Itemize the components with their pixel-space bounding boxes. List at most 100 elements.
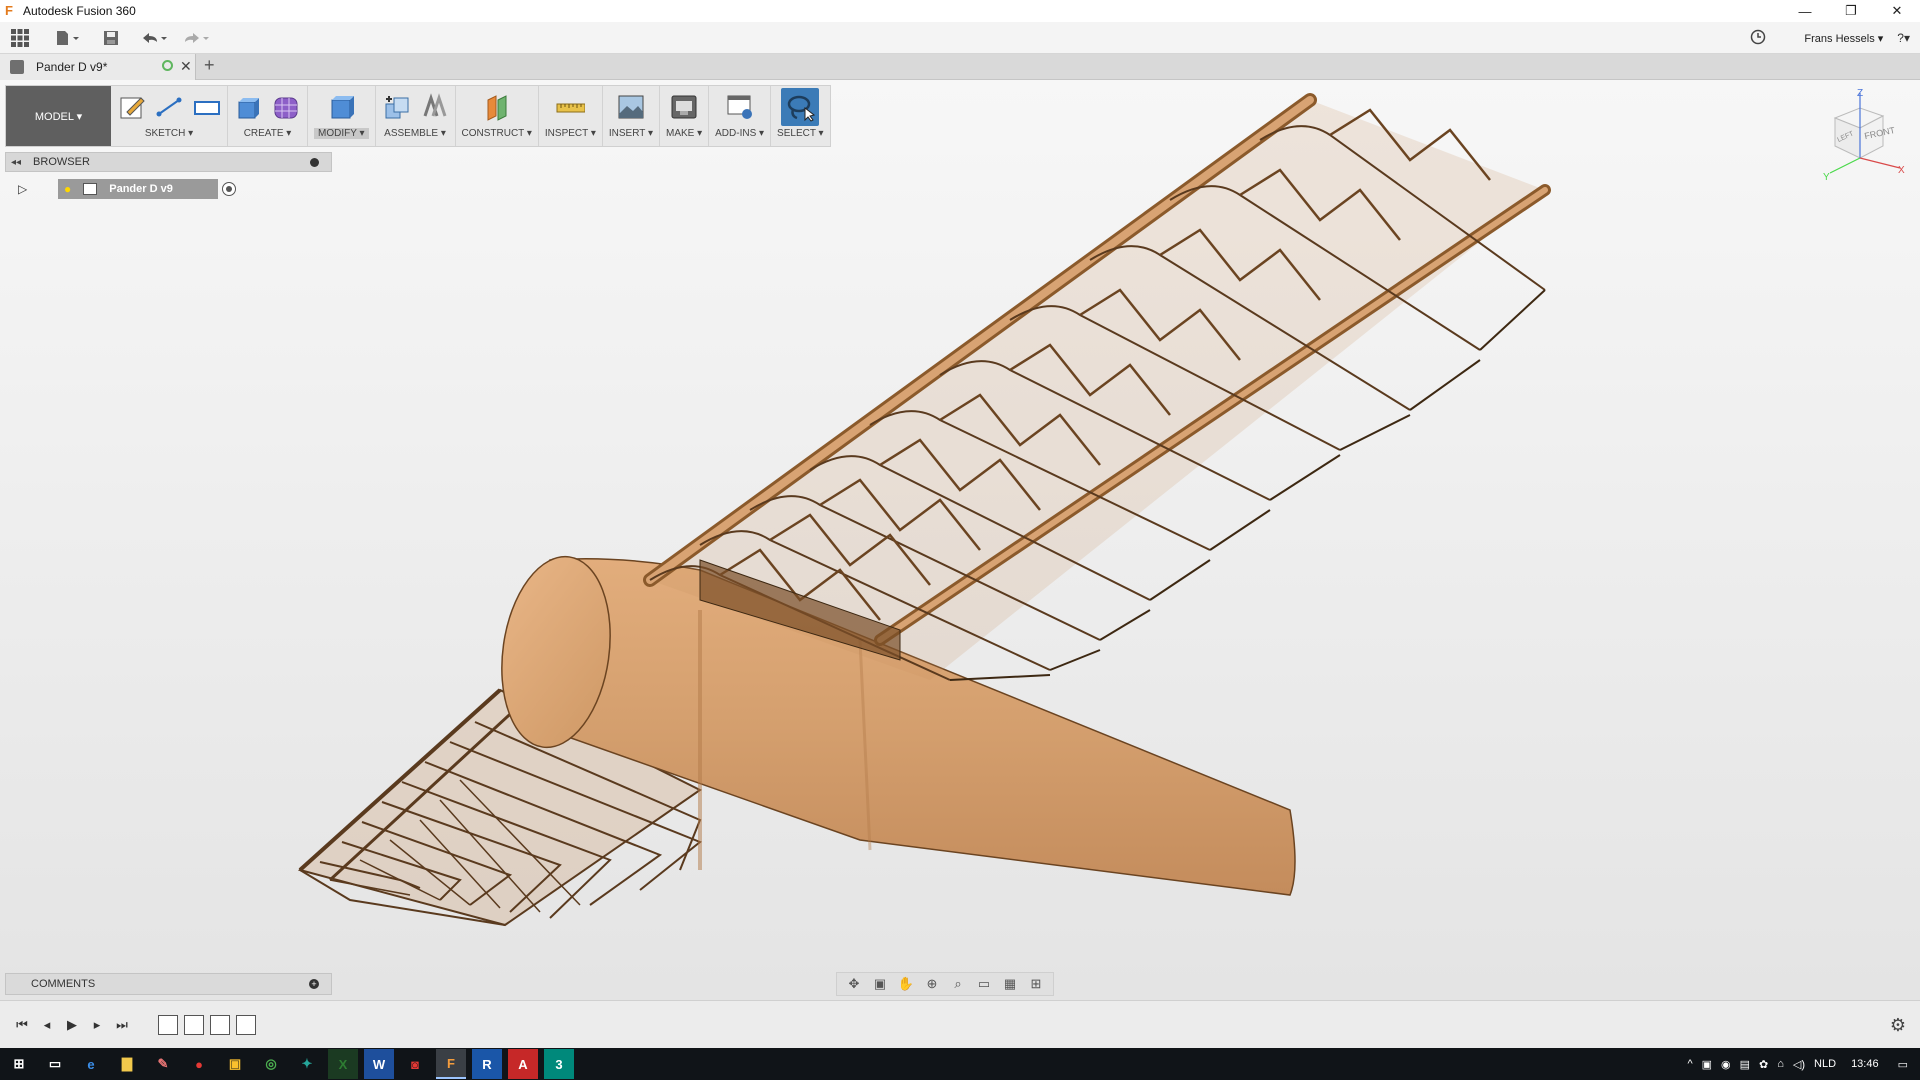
select-menu[interactable]: SELECT ▾ bbox=[777, 128, 824, 139]
scripts-addins-icon[interactable] bbox=[725, 92, 755, 122]
tray-app-icon[interactable]: ◉ bbox=[1721, 1058, 1731, 1071]
document-tab[interactable]: Pander D v9* ✕ bbox=[0, 54, 196, 80]
viewport-canvas[interactable] bbox=[0, 80, 1920, 1000]
clock-time[interactable]: 13:46 bbox=[1851, 1058, 1879, 1070]
timeline-previous-icon[interactable]: ◂ bbox=[35, 1015, 59, 1035]
display-settings-icon[interactable]: ▭ bbox=[975, 976, 993, 992]
navigation-bar: ✥ ▣ ✋ ⊕ ⌕ ▭ ▦ ⊞ bbox=[836, 972, 1054, 996]
add-comment-button[interactable]: + bbox=[309, 979, 319, 989]
insert-image-icon[interactable] bbox=[616, 92, 646, 122]
workspace-switcher-button[interactable]: MODEL ▾ bbox=[6, 86, 111, 146]
timeline-settings-gear-icon[interactable]: ⚙ bbox=[1890, 1015, 1906, 1036]
orbit-icon[interactable]: ✥ bbox=[845, 976, 863, 992]
save-icon[interactable] bbox=[96, 25, 126, 51]
acrobat-app-icon[interactable]: A bbox=[508, 1049, 538, 1079]
comments-panel-header: COMMENTS + bbox=[5, 973, 332, 995]
joint-icon[interactable] bbox=[419, 92, 449, 122]
task-view-button[interactable]: ▭ bbox=[40, 1049, 70, 1079]
select-tool-button[interactable] bbox=[781, 88, 820, 126]
close-tab-button[interactable]: ✕ bbox=[180, 58, 192, 75]
edge-app-icon[interactable]: e bbox=[76, 1049, 106, 1079]
assemble-menu[interactable]: ASSEMBLE ▾ bbox=[384, 128, 446, 139]
yellow-app-icon[interactable]: ▣ bbox=[220, 1049, 250, 1079]
collapse-browser-icon[interactable]: ◂◂ bbox=[11, 157, 21, 168]
new-tab-button[interactable]: + bbox=[204, 55, 215, 76]
chrome-app-icon[interactable]: ◎ bbox=[256, 1049, 286, 1079]
new-component-icon[interactable] bbox=[382, 92, 412, 122]
timeline-pattern-feature-icon[interactable] bbox=[210, 1014, 230, 1035]
show-hidden-icons-icon[interactable]: ^ bbox=[1687, 1058, 1692, 1070]
rectangle-tool-icon[interactable] bbox=[191, 92, 221, 122]
file-menu-button[interactable] bbox=[50, 25, 86, 51]
timeline-first-icon[interactable]: ⏮ bbox=[10, 1015, 34, 1035]
form-sculpt-icon[interactable] bbox=[271, 92, 301, 122]
extrude-icon[interactable] bbox=[234, 92, 264, 122]
activate-component-radio[interactable] bbox=[222, 182, 236, 196]
data-panel-grid-icon[interactable] bbox=[0, 25, 40, 51]
document-tab-title: Pander D v9* bbox=[36, 60, 108, 74]
timeline-last-icon[interactable]: ⏭ bbox=[110, 1015, 134, 1035]
timeline-sketch-feature-icon[interactable] bbox=[184, 1014, 204, 1035]
make-menu[interactable]: MAKE ▾ bbox=[666, 128, 702, 139]
user-account-menu[interactable]: Frans Hessels ▾ bbox=[1804, 32, 1883, 45]
press-pull-icon[interactable] bbox=[326, 92, 356, 122]
zoom-icon[interactable]: ⊕ bbox=[923, 976, 941, 992]
insert-menu[interactable]: INSERT ▾ bbox=[609, 128, 653, 139]
construct-menu[interactable]: CONSTRUCT ▾ bbox=[462, 128, 532, 139]
job-status-clock-icon[interactable] bbox=[1750, 29, 1766, 48]
inspect-menu[interactable]: INSPECT ▾ bbox=[545, 128, 596, 139]
create-menu[interactable]: CREATE ▾ bbox=[244, 128, 292, 139]
notifications-icon[interactable]: ▭ bbox=[1898, 1058, 1908, 1071]
aircraft-model[interactable] bbox=[0, 80, 1920, 1000]
word-app-icon[interactable]: W bbox=[364, 1049, 394, 1079]
fusion-app-icon[interactable]: F bbox=[436, 1049, 466, 1079]
view-cube[interactable]: FRONT LEFT Z X Y bbox=[1805, 88, 1905, 188]
paint-app-icon[interactable]: ✎ bbox=[148, 1049, 178, 1079]
root-component-item[interactable]: ● Pander D v9 bbox=[58, 179, 218, 199]
volume-icon[interactable]: ◁) bbox=[1793, 1058, 1805, 1071]
viewports-icon[interactable]: ⊞ bbox=[1027, 976, 1045, 992]
redo-icon[interactable] bbox=[178, 25, 214, 51]
sketch-menu[interactable]: SKETCH ▾ bbox=[145, 128, 193, 139]
look-at-icon[interactable]: ▣ bbox=[871, 976, 889, 992]
grid-settings-icon[interactable]: ▦ bbox=[1001, 976, 1019, 992]
addins-menu[interactable]: ADD-INS ▾ bbox=[715, 128, 764, 139]
window-controls: — ❐ ✕ bbox=[1782, 0, 1920, 22]
browser-panel-header: ◂◂ BROWSER bbox=[5, 152, 332, 172]
tray-app-icon[interactable]: ✿ bbox=[1759, 1058, 1768, 1071]
timeline-play-icon[interactable]: ▶ bbox=[60, 1015, 84, 1035]
teal-app-icon[interactable]: 3 bbox=[544, 1049, 574, 1079]
line-tool-icon[interactable] bbox=[154, 92, 184, 122]
minimize-browser-button[interactable] bbox=[310, 158, 319, 167]
pan-hand-icon[interactable]: ✋ bbox=[897, 976, 915, 992]
minimize-button[interactable]: — bbox=[1782, 0, 1828, 22]
help-menu[interactable]: ?▾ bbox=[1897, 31, 1910, 45]
undo-icon[interactable] bbox=[136, 25, 172, 51]
measure-icon[interactable] bbox=[555, 92, 586, 122]
3d-print-icon[interactable] bbox=[669, 92, 699, 122]
fit-zoom-icon[interactable]: ⌕ bbox=[949, 976, 967, 992]
tray-app-icon[interactable]: ▣ bbox=[1702, 1058, 1712, 1071]
right-wing-structure[interactable] bbox=[643, 93, 1551, 681]
create-sketch-icon[interactable] bbox=[117, 92, 147, 122]
green-app-icon[interactable]: ✦ bbox=[292, 1049, 322, 1079]
red-app2-icon[interactable]: ◙ bbox=[400, 1049, 430, 1079]
excel-app-icon[interactable]: X bbox=[328, 1049, 358, 1079]
revit-app-icon[interactable]: R bbox=[472, 1049, 502, 1079]
timeline-sketch-feature-icon[interactable] bbox=[158, 1014, 178, 1035]
restore-button[interactable]: ❐ bbox=[1828, 0, 1874, 22]
timeline-form-feature-icon[interactable] bbox=[236, 1014, 256, 1035]
red-app-icon[interactable]: ● bbox=[184, 1049, 214, 1079]
timeline-next-icon[interactable]: ▸ bbox=[85, 1015, 109, 1035]
expand-triangle-icon[interactable]: ▷ bbox=[18, 182, 38, 196]
start-button[interactable]: ⊞ bbox=[4, 1049, 34, 1079]
offset-plane-icon[interactable] bbox=[482, 92, 512, 122]
file-explorer-icon[interactable]: ▇ bbox=[112, 1049, 142, 1079]
input-language-indicator[interactable]: NLD bbox=[1814, 1058, 1836, 1070]
close-button[interactable]: ✕ bbox=[1874, 0, 1920, 22]
visibility-lightbulb-icon[interactable]: ● bbox=[64, 182, 71, 196]
tray-app-icon[interactable]: ▤ bbox=[1740, 1058, 1750, 1071]
browser-root-node[interactable]: ▷ ● Pander D v9 bbox=[18, 178, 236, 200]
network-icon[interactable]: ⌂ bbox=[1777, 1058, 1784, 1070]
modify-menu[interactable]: MODIFY ▾ bbox=[314, 128, 369, 139]
